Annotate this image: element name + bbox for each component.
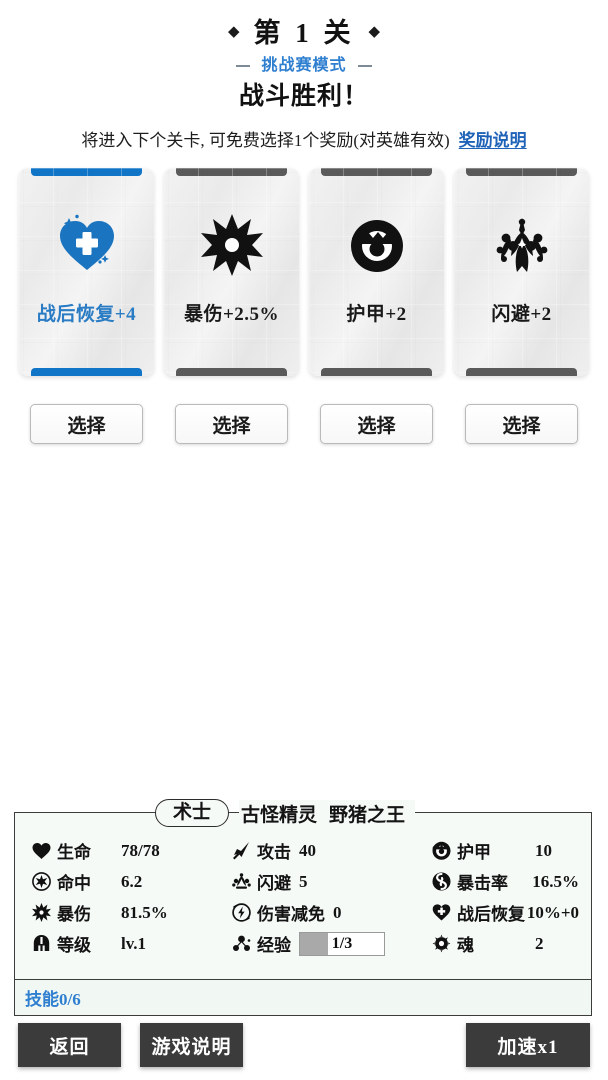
- select-button-row: 选择 选择 选择 选择: [0, 404, 608, 444]
- armor-ring-icon: [431, 840, 452, 861]
- heart-icon: [31, 840, 52, 861]
- bottom-button-bar: 返回 游戏说明 加速x1: [0, 1023, 608, 1071]
- target-star-icon: [31, 871, 52, 892]
- stat-value: 10: [535, 840, 552, 860]
- select-cell: 选择: [19, 404, 154, 444]
- reward-card[interactable]: 暴伤+2.5%: [164, 168, 299, 376]
- reward-help-link[interactable]: 奖励说明: [459, 126, 527, 151]
- stat-value: lv.1: [121, 933, 147, 953]
- stat-value: 16.5%: [532, 871, 579, 891]
- heart-plus-icon: [431, 902, 452, 923]
- stat-label: 攻击: [257, 843, 291, 862]
- victory-header: ◆ 第 1 关 ◆ 挑战赛模式 战斗胜利！ 将进入下个关卡, 可免费选择1个奖励…: [0, 0, 608, 151]
- game-guide-button[interactable]: 游戏说明: [140, 1023, 243, 1067]
- stat-label: 伤害减免: [257, 905, 325, 924]
- diamond-right-icon: ◆: [368, 23, 381, 40]
- back-button[interactable]: 返回: [18, 1023, 121, 1067]
- stat-value: 5: [299, 871, 308, 891]
- stat-label: 闪避: [257, 874, 291, 893]
- stat-value: 81.5%: [121, 902, 168, 922]
- stat-value: 78/78: [121, 840, 160, 860]
- character-stats-panel: 术士 古怪精灵 野猪之王 生命 78/78 攻击 40 护甲 10 命中 6.2…: [14, 798, 592, 980]
- exp-orbs-icon: [231, 933, 252, 954]
- stats-grid: 生命 78/78 攻击 40 护甲 10 命中 6.2 闪避 5 暴击率 16.…: [15, 835, 591, 959]
- experience-value: 1/3: [331, 934, 353, 952]
- skills-label: 技能0/6: [25, 990, 81, 1009]
- boss-name: 野猪之王: [329, 804, 406, 826]
- stat-value: 10%+0: [526, 902, 579, 922]
- stat-label: 暴击率: [457, 874, 508, 893]
- stat-label: 暴伤: [57, 905, 91, 924]
- reward-description: 将进入下个关卡, 可免费选择1个奖励(对英雄有效): [81, 130, 450, 150]
- stat-crit-damage: 暴伤 81.5%: [15, 897, 215, 928]
- dash-left-icon: [236, 65, 251, 67]
- stat-label: 战后恢复: [457, 905, 525, 924]
- shield-bolt-icon: [231, 902, 252, 923]
- stat-label: 命中: [57, 874, 91, 893]
- reward-card[interactable]: 战后恢复+4: [19, 168, 154, 376]
- stat-value: 40: [299, 840, 316, 860]
- character-names: 古怪精灵 野猪之王: [239, 799, 416, 827]
- stat-label: 护甲: [457, 843, 491, 862]
- reward-card-label: 闪避+2: [491, 303, 552, 325]
- stat-crit-rate: 暴击率 16.5%: [415, 866, 593, 897]
- stat-value: 6.2: [121, 871, 143, 891]
- stat-label: 经验: [257, 936, 291, 955]
- reward-description-row: 将进入下个关卡, 可免费选择1个奖励(对英雄有效) 奖励说明: [0, 126, 608, 151]
- reward-card-list: 战后恢复+4 暴伤+2.5% 护甲+2 闪避+2: [0, 168, 608, 376]
- armor-ring-icon: [345, 213, 409, 277]
- stat-damage-reduction: 伤害减免 0: [215, 897, 415, 928]
- stat-label: 生命: [57, 843, 91, 862]
- select-cell: 选择: [164, 404, 299, 444]
- select-button[interactable]: 选择: [465, 404, 578, 444]
- stat-hit: 命中 6.2: [15, 866, 215, 897]
- stat-dodge: 闪避 5: [215, 866, 415, 897]
- battle-result-title: 战斗胜利！: [238, 83, 369, 110]
- select-button[interactable]: 选择: [175, 404, 288, 444]
- stage-title: 第 1 关: [253, 17, 355, 48]
- experience-bar[interactable]: 1/3: [299, 931, 385, 956]
- starburst-icon: [200, 213, 264, 277]
- reward-card-label: 暴伤+2.5%: [183, 303, 280, 325]
- character-header: 术士 古怪精灵 野猪之王: [15, 798, 591, 828]
- soul-icon: [431, 933, 452, 954]
- stat-armor: 护甲 10: [415, 835, 593, 866]
- sword-icon: [231, 840, 252, 861]
- skills-bar[interactable]: 技能0/6: [14, 980, 592, 1016]
- stat-value: 2: [535, 933, 544, 953]
- reward-card[interactable]: 闪避+2: [454, 168, 589, 376]
- stat-hp: 生命 78/78: [15, 835, 215, 866]
- stat-post-battle-recovery: 战后恢复 10%+0: [415, 897, 593, 928]
- mode-label: 挑战赛模式: [261, 57, 347, 74]
- diamond-left-icon: ◆: [227, 23, 240, 40]
- heart-plus-icon: [55, 213, 119, 277]
- select-cell: 选择: [454, 404, 589, 444]
- stat-attack: 攻击 40: [215, 835, 415, 866]
- stat-experience: 经验 1/3: [215, 928, 415, 959]
- stat-label: 等级: [57, 936, 91, 955]
- select-cell: 选择: [309, 404, 444, 444]
- plume-crown-icon: [490, 213, 554, 277]
- stat-soul: 魂 2: [415, 928, 593, 959]
- dash-right-icon: [357, 65, 372, 67]
- starburst-icon: [31, 902, 52, 923]
- helmet-icon: [31, 933, 52, 954]
- reward-card-label: 护甲+2: [346, 303, 407, 325]
- stage-title-row: ◆ 第 1 关 ◆: [0, 16, 608, 50]
- stat-label: 魂: [457, 936, 474, 955]
- crit-swirl-icon: [431, 871, 452, 892]
- character-title: 古怪精灵: [241, 804, 318, 826]
- stat-value: 0: [333, 902, 342, 922]
- select-button[interactable]: 选择: [320, 404, 433, 444]
- speed-toggle-button[interactable]: 加速x1: [466, 1023, 590, 1067]
- reward-card[interactable]: 护甲+2: [309, 168, 444, 376]
- dodge-icon: [231, 871, 252, 892]
- class-badge: 术士: [155, 798, 230, 828]
- stat-level: 等级 lv.1: [15, 928, 215, 959]
- mode-row: 挑战赛模式: [0, 55, 608, 77]
- reward-card-label: 战后恢复+4: [36, 303, 137, 325]
- select-button[interactable]: 选择: [30, 404, 143, 444]
